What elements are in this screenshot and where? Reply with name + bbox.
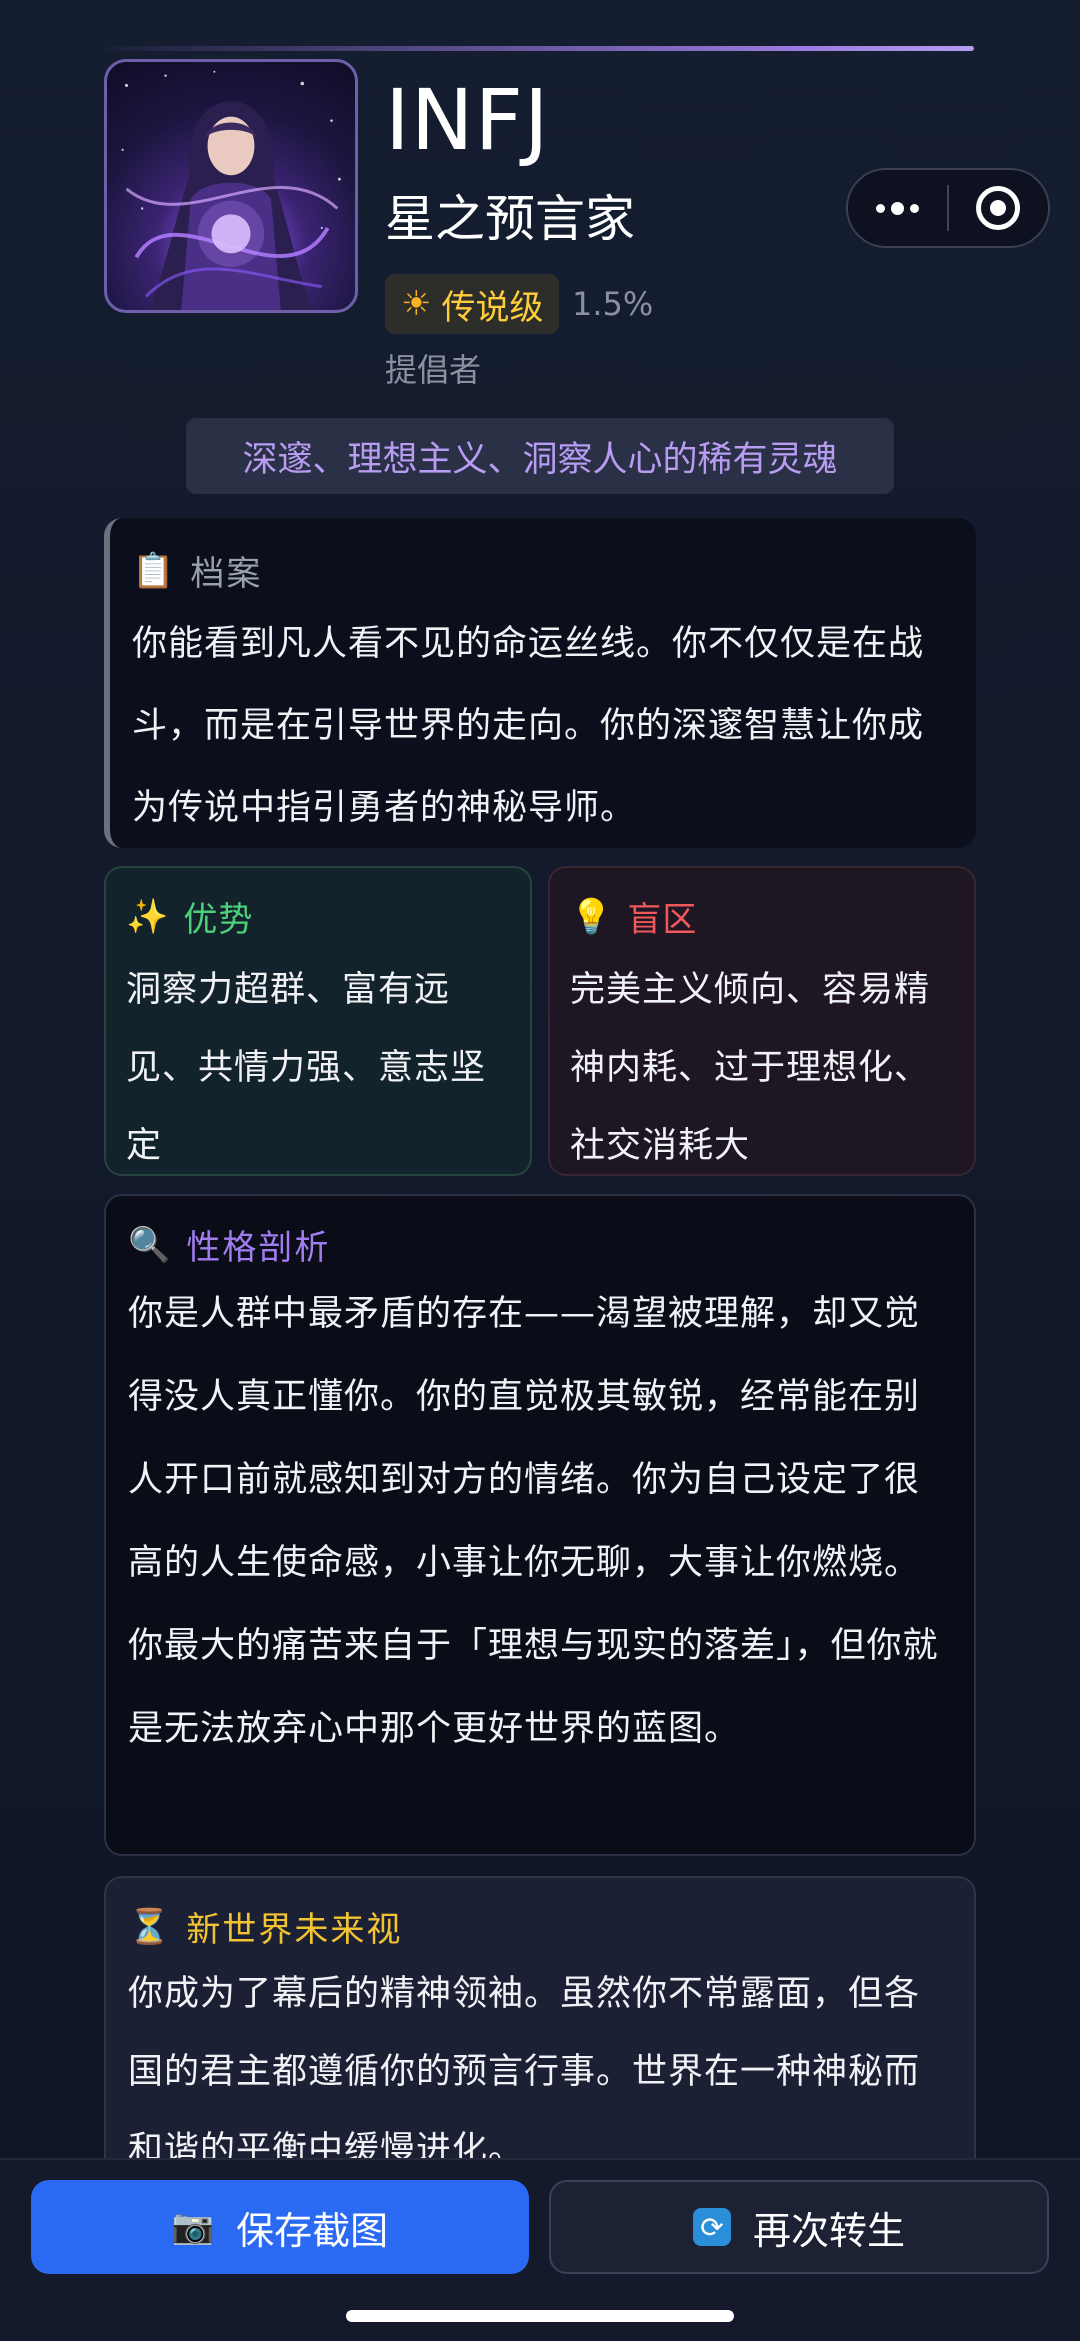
magnifier-icon: 🔍 (128, 1224, 173, 1265)
more-button[interactable] (848, 170, 947, 246)
reincarnate-again-label: 再次转生 (752, 2208, 905, 2253)
clipboard-icon: 📋 (132, 550, 177, 591)
camera-icon: 📷 (171, 2207, 215, 2247)
hourglass-icon: ⏳ (128, 1906, 173, 1947)
profile-title: 档案 (190, 554, 263, 594)
top-accent-line (107, 46, 974, 51)
result-page: INFJ 星之预言家 ☀ 传说级 1.5% 提倡者 深邃、理想主义、洞察人心的稀… (0, 0, 1080, 2341)
more-dots-icon (876, 201, 919, 215)
strengths-body: 洞察力超群、富有远见、共情力强、意志坚定 (126, 970, 487, 1166)
sparkles-icon: ✨ (126, 896, 170, 937)
rarity-percentage: 1.5% (572, 285, 654, 323)
rarity-label: 传说级 (441, 287, 544, 328)
future-card: ⏳ 新世界未来视 你成为了幕后的精神领袖。虽然你不常露面，但各国的君主都遵循你的… (104, 1876, 976, 2176)
type-name: 星之预言家 (385, 190, 635, 248)
role-label: 提倡者 (385, 351, 482, 389)
reincarnate-again-button[interactable]: ⟳ 再次转生 (549, 2180, 1049, 2274)
profile-title-row: 📋 档案 (132, 546, 952, 595)
future-title-row: ⏳ 新世界未来视 (128, 1902, 950, 1951)
target-close-icon (976, 186, 1021, 230)
sun-icon: ☀ (401, 284, 432, 324)
strengths-title: 优势 (183, 900, 254, 940)
analysis-title: 性格剖析 (186, 1228, 331, 1268)
rarity-badge: ☀ 传说级 (385, 274, 560, 334)
save-screenshot-button[interactable]: 📷 保存截图 (31, 2180, 529, 2274)
blind-spots-title-row: 💡 盲区 (570, 892, 958, 941)
future-body: 你成为了幕后的精神领袖。虽然你不常露面，但各国的君主都遵循你的预言行事。世界在一… (128, 1974, 921, 2170)
analysis-title-row: 🔍 性格剖析 (128, 1220, 950, 1269)
strengths-title-row: ✨ 优势 (126, 892, 514, 941)
profile-card: 📋 档案 你能看到凡人看不见的命运丝线。你不仅仅是在战斗，而是在引导世界的走向。… (104, 518, 976, 848)
home-indicator[interactable] (346, 2310, 734, 2322)
save-screenshot-label: 保存截图 (236, 2208, 389, 2253)
blind-spots-title: 盲区 (627, 900, 698, 940)
close-miniprogram-button[interactable] (949, 170, 1048, 246)
blind-spots-card: 💡 盲区 完美主义倾向、容易精神内耗、过于理想化、社交消耗大 (548, 866, 976, 1176)
blind-spots-body: 完美主义倾向、容易精神内耗、过于理想化、社交消耗大 (570, 970, 931, 1166)
refresh-icon: ⟳ (692, 2208, 731, 2246)
avatar (104, 59, 358, 313)
tagline: 深邃、理想主义、洞察人心的稀有灵魂 (186, 418, 894, 494)
sorceress-portrait (121, 70, 341, 310)
future-title: 新世界未来视 (186, 1910, 403, 1950)
type-code: INFJ (385, 71, 550, 169)
lightbulb-icon: 💡 (570, 896, 614, 937)
strengths-card: ✨ 优势 洞察力超群、富有远见、共情力强、意志坚定 (104, 866, 532, 1176)
analysis-body: 你是人群中最矛盾的存在——渴望被理解，却又觉得没人真正懂你。你的直觉极其敏锐，经… (128, 1294, 939, 1749)
miniprogram-capsule (846, 168, 1050, 248)
analysis-card: 🔍 性格剖析 你是人群中最矛盾的存在——渴望被理解，却又觉得没人真正懂你。你的直… (104, 1194, 976, 1856)
profile-body: 你能看到凡人看不见的命运丝线。你不仅仅是在战斗，而是在引导世界的走向。你的深邃智… (132, 624, 925, 828)
